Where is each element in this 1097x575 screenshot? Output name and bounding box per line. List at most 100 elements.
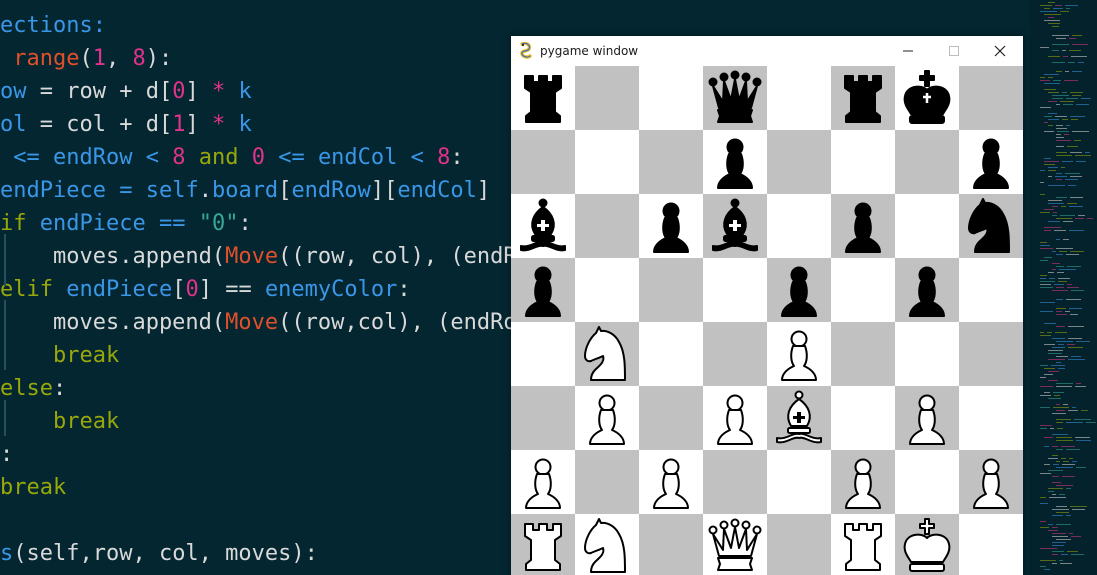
code-line[interactable]: else:: [0, 372, 66, 405]
board-square[interactable]: [959, 450, 1023, 514]
code-line[interactable]: :: [0, 438, 13, 471]
board-square[interactable]: [831, 194, 895, 258]
board-square[interactable]: [639, 258, 703, 322]
black-pawn-icon[interactable]: [961, 132, 1021, 192]
board-square[interactable]: [639, 130, 703, 194]
board-square[interactable]: [895, 514, 959, 575]
board-square[interactable]: [831, 130, 895, 194]
code-line[interactable]: moves.append(Move((row, col), (endR: [0, 240, 517, 273]
board-square[interactable]: [703, 258, 767, 322]
board-square[interactable]: [703, 322, 767, 386]
code-line[interactable]: s(self,row, col, moves):: [0, 537, 318, 570]
white-pawn-icon[interactable]: [577, 388, 637, 448]
board-square[interactable]: [511, 386, 575, 450]
black-pawn-icon[interactable]: [833, 196, 893, 256]
code-line[interactable]: break: [0, 405, 119, 438]
board-square[interactable]: [767, 130, 831, 194]
black-pawn-icon[interactable]: [705, 132, 765, 192]
board-square[interactable]: [895, 66, 959, 130]
board-square[interactable]: [511, 258, 575, 322]
board-square[interactable]: [703, 514, 767, 575]
black-pawn-icon[interactable]: [513, 260, 573, 320]
white-queen-icon[interactable]: [705, 516, 765, 575]
code-line[interactable]: if endPiece == "0":: [0, 207, 252, 240]
board-square[interactable]: [703, 66, 767, 130]
board-square[interactable]: [511, 514, 575, 575]
board-square[interactable]: [511, 194, 575, 258]
board-square[interactable]: [895, 194, 959, 258]
black-rook-icon[interactable]: [833, 68, 893, 128]
board-square[interactable]: [575, 514, 639, 575]
code-line[interactable]: ol = col + d[1] * k: [0, 108, 252, 141]
board-square[interactable]: [639, 66, 703, 130]
code-line[interactable]: break: [0, 471, 66, 504]
maximize-button[interactable]: [931, 36, 977, 66]
code-line[interactable]: endPiece = self.board[endRow][endCol]: [0, 174, 490, 207]
code-line[interactable]: moves.append(Move((row,col), (endRo: [0, 306, 517, 339]
board-square[interactable]: [511, 130, 575, 194]
white-knight-icon[interactable]: [577, 516, 637, 575]
board-square[interactable]: [639, 194, 703, 258]
black-rook-icon[interactable]: [513, 68, 573, 128]
white-king-icon[interactable]: [897, 516, 957, 575]
black-queen-icon[interactable]: [705, 68, 765, 128]
board-square[interactable]: [959, 258, 1023, 322]
board-square[interactable]: [959, 194, 1023, 258]
white-pawn-icon[interactable]: [705, 388, 765, 448]
board-square[interactable]: [831, 514, 895, 575]
white-rook-icon[interactable]: [833, 516, 893, 575]
board-square[interactable]: [767, 194, 831, 258]
board-square[interactable]: [575, 322, 639, 386]
code-line[interactable]: break: [0, 339, 119, 372]
white-bishop-icon[interactable]: [769, 388, 829, 448]
black-bishop-icon[interactable]: [705, 196, 765, 256]
white-rook-icon[interactable]: [513, 516, 573, 575]
board-square[interactable]: [575, 194, 639, 258]
white-pawn-icon[interactable]: [641, 452, 701, 512]
white-knight-icon[interactable]: [577, 324, 637, 384]
white-pawn-icon[interactable]: [897, 388, 957, 448]
white-pawn-icon[interactable]: [769, 324, 829, 384]
black-pawn-icon[interactable]: [769, 260, 829, 320]
board-square[interactable]: [703, 450, 767, 514]
board-square[interactable]: [767, 386, 831, 450]
board-square[interactable]: [703, 194, 767, 258]
chess-board[interactable]: [511, 66, 1023, 575]
board-square[interactable]: [895, 258, 959, 322]
code-line[interactable]: range(1, 8):: [0, 42, 172, 75]
board-square[interactable]: [767, 322, 831, 386]
board-square[interactable]: [831, 450, 895, 514]
board-square[interactable]: [575, 130, 639, 194]
pygame-window[interactable]: pygame window: [511, 36, 1023, 575]
black-knight-icon[interactable]: [961, 196, 1021, 256]
black-pawn-icon[interactable]: [641, 196, 701, 256]
black-bishop-icon[interactable]: [513, 196, 573, 256]
board-square[interactable]: [831, 386, 895, 450]
board-square[interactable]: [639, 514, 703, 575]
board-square[interactable]: [831, 66, 895, 130]
board-square[interactable]: [575, 450, 639, 514]
board-square[interactable]: [575, 258, 639, 322]
board-square[interactable]: [639, 386, 703, 450]
board-square[interactable]: [767, 514, 831, 575]
board-square[interactable]: [959, 130, 1023, 194]
minimap[interactable]: [1030, 0, 1097, 575]
board-square[interactable]: [767, 258, 831, 322]
board-square[interactable]: [959, 66, 1023, 130]
board-square[interactable]: [959, 386, 1023, 450]
board-square[interactable]: [895, 322, 959, 386]
board-square[interactable]: [895, 386, 959, 450]
board-square[interactable]: [767, 66, 831, 130]
white-pawn-icon[interactable]: [833, 452, 893, 512]
board-square[interactable]: [575, 386, 639, 450]
board-square[interactable]: [959, 514, 1023, 575]
window-titlebar[interactable]: pygame window: [511, 36, 1023, 66]
board-square[interactable]: [831, 258, 895, 322]
minimize-button[interactable]: [885, 36, 931, 66]
board-square[interactable]: [511, 322, 575, 386]
board-square[interactable]: [831, 322, 895, 386]
white-pawn-icon[interactable]: [513, 452, 573, 512]
board-square[interactable]: [639, 450, 703, 514]
board-square[interactable]: [703, 130, 767, 194]
board-square[interactable]: [767, 450, 831, 514]
